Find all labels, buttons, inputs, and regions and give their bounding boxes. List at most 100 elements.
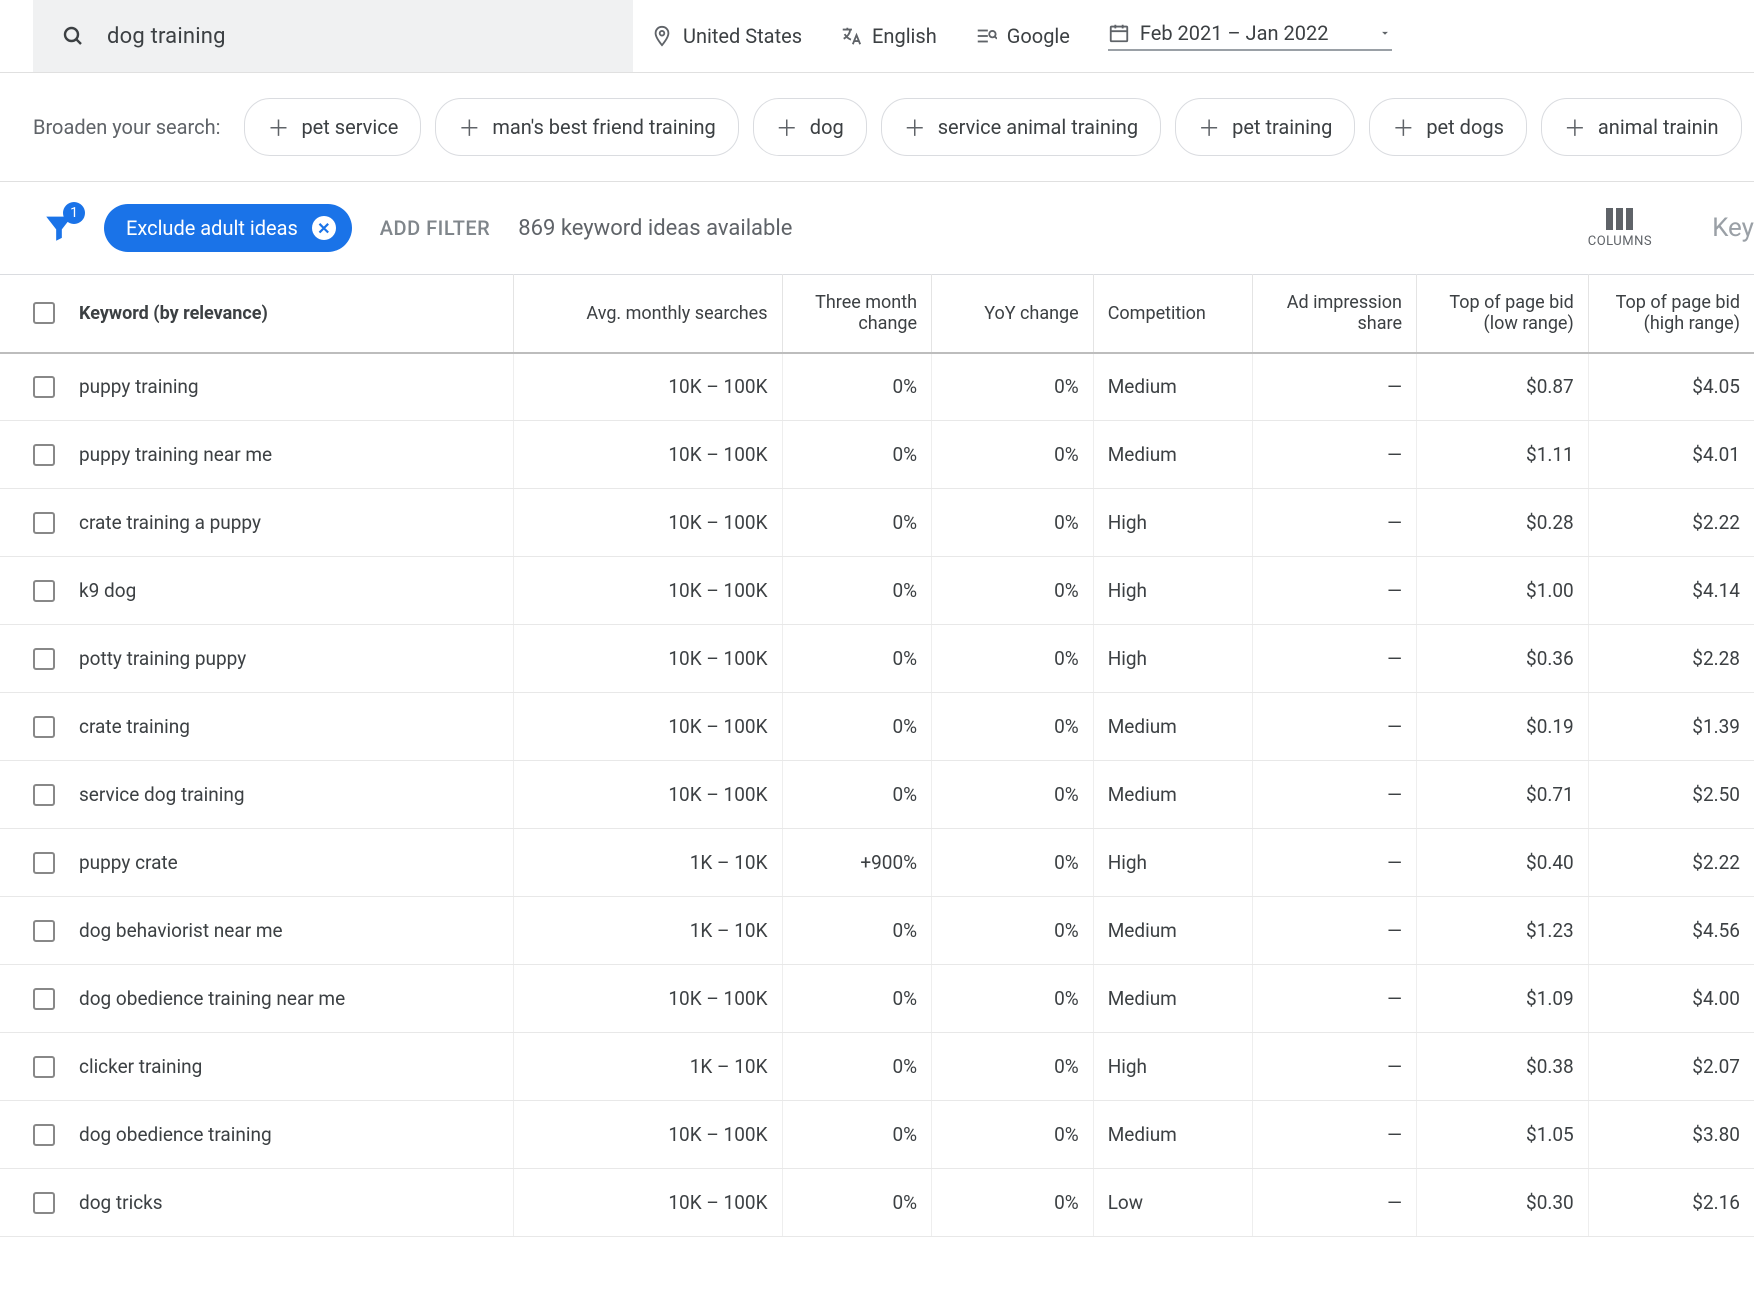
bid-high-cell: $4.00 — [1588, 965, 1754, 1033]
row-checkbox[interactable] — [33, 988, 55, 1010]
location-text: United States — [683, 24, 802, 48]
competition-cell: Low — [1093, 1169, 1253, 1237]
location-selector[interactable]: United States — [651, 24, 802, 48]
bid-high-cell: $3.80 — [1588, 1101, 1754, 1169]
row-checkbox[interactable] — [33, 512, 55, 534]
three-mo-cell: 0% — [782, 489, 932, 557]
table-row[interactable]: puppy crate1K – 10K+900%0%High—$0.40$2.2… — [0, 829, 1754, 897]
avg-cell: 10K – 100K — [513, 1169, 782, 1237]
row-checkbox[interactable] — [33, 580, 55, 602]
available-ideas-text: 869 keyword ideas available — [518, 216, 792, 241]
bid-high-cell: $2.22 — [1588, 489, 1754, 557]
plus-icon: ＋ — [1198, 111, 1220, 143]
ad-share-cell: — — [1253, 965, 1417, 1033]
broaden-chip[interactable]: ＋pet training — [1175, 98, 1355, 156]
columns-button[interactable]: COLUMNS — [1588, 208, 1652, 249]
table-row[interactable]: crate training10K – 100K0%0%Medium—$0.19… — [0, 693, 1754, 761]
bid-low-cell: $1.09 — [1417, 965, 1589, 1033]
plus-icon: ＋ — [776, 111, 798, 143]
competition-cell: High — [1093, 829, 1253, 897]
filter-funnel-button[interactable]: 1 — [42, 211, 76, 245]
competition-cell: High — [1093, 625, 1253, 693]
remove-filter-icon[interactable]: ✕ — [312, 216, 336, 240]
ad-share-cell: — — [1253, 625, 1417, 693]
yoy-cell: 0% — [932, 897, 1094, 965]
ad-share-cell: — — [1253, 1169, 1417, 1237]
three-mo-cell: 0% — [782, 1101, 932, 1169]
broaden-chip[interactable]: ＋animal trainin — [1541, 98, 1742, 156]
bid-low-cell: $0.71 — [1417, 761, 1589, 829]
avg-cell: 10K – 100K — [513, 693, 782, 761]
table-row[interactable]: crate training a puppy10K – 100K0%0%High… — [0, 489, 1754, 557]
active-filter-chip[interactable]: Exclude adult ideas ✕ — [104, 204, 352, 252]
col-competition[interactable]: Competition — [1093, 275, 1253, 353]
col-yoy[interactable]: YoY change — [932, 275, 1094, 353]
keyword-cell: k9 dog — [79, 579, 136, 602]
three-mo-cell: 0% — [782, 421, 932, 489]
broaden-chip[interactable]: ＋ man's best friend training — [435, 98, 738, 156]
yoy-cell: 0% — [932, 1101, 1094, 1169]
table-row[interactable]: puppy training near me10K – 100K0%0%Medi… — [0, 421, 1754, 489]
bid-low-cell: $0.28 — [1417, 489, 1589, 557]
col-ad-share[interactable]: Ad impression share — [1253, 275, 1417, 353]
row-checkbox[interactable] — [33, 1192, 55, 1214]
three-mo-cell: 0% — [782, 693, 932, 761]
add-filter-button[interactable]: ADD FILTER — [380, 216, 490, 240]
row-checkbox[interactable] — [33, 784, 55, 806]
date-range-text: Feb 2021 – Jan 2022 — [1140, 21, 1329, 45]
row-checkbox[interactable] — [33, 716, 55, 738]
chip-label: man's best friend training — [492, 115, 715, 139]
competition-cell: Medium — [1093, 897, 1253, 965]
competition-cell: Medium — [1093, 693, 1253, 761]
table-row[interactable]: k9 dog10K – 100K0%0%High—$1.00$4.14 — [0, 557, 1754, 625]
ad-share-cell: — — [1253, 1033, 1417, 1101]
yoy-cell: 0% — [932, 1169, 1094, 1237]
yoy-cell: 0% — [932, 965, 1094, 1033]
row-checkbox[interactable] — [33, 376, 55, 398]
bid-low-cell: $0.30 — [1417, 1169, 1589, 1237]
broaden-chip[interactable]: ＋pet dogs — [1369, 98, 1527, 156]
table-row[interactable]: service dog training10K – 100K0%0%Medium… — [0, 761, 1754, 829]
broaden-chip[interactable]: ＋dog — [753, 98, 867, 156]
row-checkbox[interactable] — [33, 920, 55, 942]
col-bid-high[interactable]: Top of page bid (high range) — [1588, 275, 1754, 353]
language-selector[interactable]: English — [840, 24, 937, 48]
chip-label: service animal training — [938, 115, 1138, 139]
yoy-cell: 0% — [932, 829, 1094, 897]
keyword-cell: puppy training — [79, 375, 199, 398]
row-checkbox[interactable] — [33, 444, 55, 466]
table-row[interactable]: dog obedience training near me10K – 100K… — [0, 965, 1754, 1033]
bid-low-cell: $1.23 — [1417, 897, 1589, 965]
broaden-chip[interactable]: ＋pet service — [244, 98, 421, 156]
bid-low-cell: $1.00 — [1417, 557, 1589, 625]
table-row[interactable]: puppy training10K – 100K0%0%Medium—$0.87… — [0, 353, 1754, 421]
bid-high-cell: $2.22 — [1588, 829, 1754, 897]
broaden-chip[interactable]: ＋service animal training — [881, 98, 1161, 156]
row-checkbox[interactable] — [33, 852, 55, 874]
filter-row: 1 Exclude adult ideas ✕ ADD FILTER 869 k… — [0, 182, 1754, 274]
row-checkbox[interactable] — [33, 1124, 55, 1146]
col-avg-searches[interactable]: Avg. monthly searches — [513, 275, 782, 353]
col-three-month[interactable]: Three month change — [782, 275, 932, 353]
table-row[interactable]: dog behaviorist near me1K – 10K0%0%Mediu… — [0, 897, 1754, 965]
competition-cell: High — [1093, 1033, 1253, 1101]
table-row[interactable]: clicker training1K – 10K0%0%High—$0.38$2… — [0, 1033, 1754, 1101]
keyword-cell: puppy training near me — [79, 443, 272, 466]
row-checkbox[interactable] — [33, 648, 55, 670]
table-row[interactable]: potty training puppy10K – 100K0%0%High—$… — [0, 625, 1754, 693]
table-row[interactable]: dog obedience training10K – 100K0%0%Medi… — [0, 1101, 1754, 1169]
plus-icon: ＋ — [458, 111, 480, 143]
bid-low-cell: $0.38 — [1417, 1033, 1589, 1101]
row-checkbox[interactable] — [33, 1056, 55, 1078]
yoy-cell: 0% — [932, 353, 1094, 421]
col-bid-low[interactable]: Top of page bid (low range) — [1417, 275, 1589, 353]
bid-low-cell: $1.11 — [1417, 421, 1589, 489]
ad-share-cell: — — [1253, 353, 1417, 421]
network-selector[interactable]: Google — [975, 24, 1070, 48]
date-range-selector[interactable]: Feb 2021 – Jan 2022 — [1108, 21, 1393, 51]
keyword-search-box[interactable]: dog training — [33, 0, 633, 72]
select-all-checkbox[interactable] — [33, 302, 55, 324]
bid-high-cell: $4.56 — [1588, 897, 1754, 965]
table-row[interactable]: dog tricks10K – 100K0%0%Low—$0.30$2.16 — [0, 1169, 1754, 1237]
col-keyword[interactable]: Keyword (by relevance) — [0, 275, 513, 353]
